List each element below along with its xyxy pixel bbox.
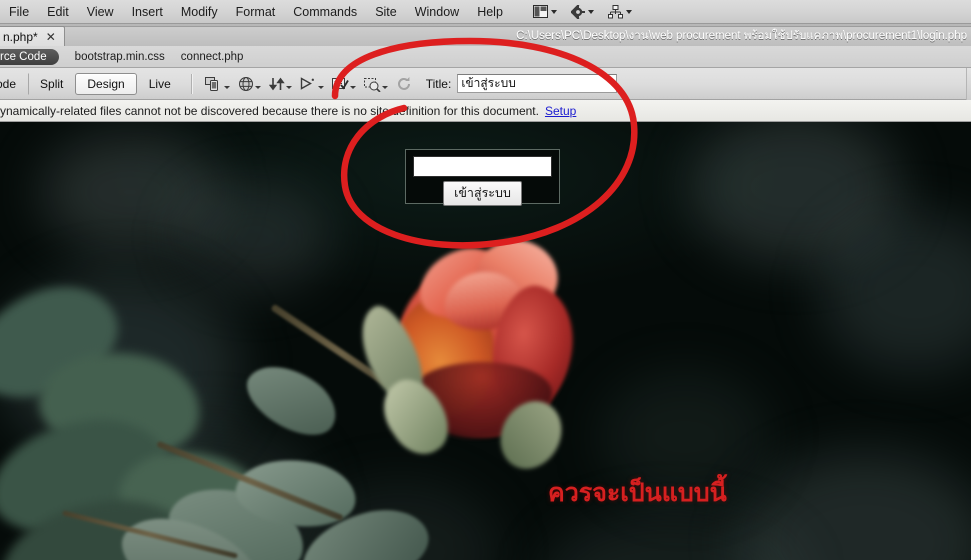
- menu-item-commands[interactable]: Commands: [284, 2, 366, 22]
- menu-item-help[interactable]: Help: [468, 2, 512, 22]
- toolbar-right-edge: [966, 68, 971, 100]
- multiscreen-preview-icon: [204, 76, 218, 91]
- chevron-down-icon: [223, 85, 230, 89]
- live-view-options-button[interactable]: [360, 74, 392, 94]
- document-tab-label: n.php*: [3, 29, 38, 44]
- annotation-label: ควรจะเป็นแบบนี้: [548, 479, 727, 507]
- visual-aids-button[interactable]: [296, 74, 328, 94]
- menu-item-view[interactable]: View: [78, 2, 123, 22]
- title-field-label: Title:: [425, 76, 452, 91]
- view-button-split[interactable]: Split: [28, 72, 75, 95]
- chevron-down-icon: [550, 9, 557, 14]
- globe-preview-icon: [238, 76, 253, 91]
- preview-in-browser-button[interactable]: [234, 74, 265, 94]
- menu-item-insert[interactable]: Insert: [123, 2, 172, 22]
- multiscreen-preview-button[interactable]: [201, 74, 234, 94]
- validate-markup-button[interactable]: [328, 74, 360, 94]
- warning-message: ynamically-related files cannot not be d…: [0, 103, 539, 118]
- chevron-down-icon: [349, 85, 356, 89]
- visual-aids-icon: [300, 76, 314, 90]
- related-files-warning-bar: ynamically-related files cannot not be d…: [0, 100, 971, 122]
- close-icon[interactable]: ✕: [46, 31, 56, 43]
- menu-item-site[interactable]: Site: [366, 2, 406, 22]
- document-title-input[interactable]: [457, 74, 618, 93]
- related-file-bootstrap-min-css[interactable]: bootstrap.min.css: [75, 51, 165, 63]
- site-manage-icon: [607, 4, 623, 18]
- refresh-icon: [397, 76, 410, 90]
- document-tab-login-php[interactable]: n.php* ✕: [0, 26, 65, 46]
- related-file-source-code[interactable]: rce Code: [0, 48, 59, 65]
- menu-item-edit[interactable]: Edit: [38, 2, 78, 22]
- dreamweaver-window: File Edit View Insert Modify Format Comm…: [0, 0, 971, 560]
- menu-item-modify[interactable]: Modify: [172, 2, 227, 22]
- document-toolbar: ode Split Design Live: [0, 68, 971, 100]
- design-view-canvas[interactable]: เข้าสู่ระบบ ควรจะเป็นแบบนี้: [0, 122, 971, 560]
- document-tab-bar: n.php* ✕ C:\Users\PC\Desktop\งาน\web pro…: [0, 24, 971, 46]
- view-button-design[interactable]: Design: [75, 72, 137, 95]
- file-transfer-button[interactable]: [265, 74, 296, 94]
- view-mode-button-group: ode Split Design Live: [0, 72, 183, 95]
- chevron-down-icon: [317, 85, 324, 89]
- username-input[interactable]: [413, 156, 552, 177]
- view-button-live[interactable]: Live: [137, 73, 183, 95]
- related-file-connect-php[interactable]: connect.php: [181, 51, 244, 63]
- chevron-down-icon: [625, 9, 632, 14]
- validate-markup-icon: [331, 77, 349, 90]
- login-submit-button[interactable]: เข้าสู่ระบบ: [443, 181, 522, 206]
- gear-icon: [570, 4, 585, 19]
- chevron-down-icon: [254, 85, 261, 89]
- layout-workspace-icon: [532, 5, 548, 18]
- file-transfer-icon: [268, 77, 285, 90]
- live-view-options-icon: [363, 77, 381, 92]
- toolbar-divider: [190, 73, 193, 94]
- menu-item-file[interactable]: File: [0, 2, 38, 22]
- workspace-layout-button[interactable]: [526, 5, 564, 18]
- refresh-button[interactable]: [392, 74, 416, 94]
- menu-bar: File Edit View Insert Modify Format Comm…: [0, 0, 971, 24]
- menu-item-window[interactable]: Window: [406, 2, 468, 22]
- related-files-bar: rce Code bootstrap.min.css connect.php: [0, 46, 971, 68]
- login-form[interactable]: เข้าสู่ระบบ: [405, 149, 560, 206]
- extend-dreamweaver-button[interactable]: [564, 4, 601, 19]
- site-manage-button[interactable]: [601, 4, 639, 19]
- chevron-down-icon: [285, 85, 292, 89]
- chevron-down-icon: [587, 9, 594, 14]
- document-file-path: C:\Users\PC\Desktop\งาน\web procurement …: [516, 30, 967, 42]
- setup-link[interactable]: Setup: [545, 104, 576, 118]
- chevron-down-icon: [381, 85, 388, 89]
- bokeh-blob: [180, 182, 330, 292]
- rose-bloom: [348, 231, 583, 480]
- view-button-code[interactable]: ode: [0, 73, 28, 95]
- menu-item-format[interactable]: Format: [227, 2, 285, 22]
